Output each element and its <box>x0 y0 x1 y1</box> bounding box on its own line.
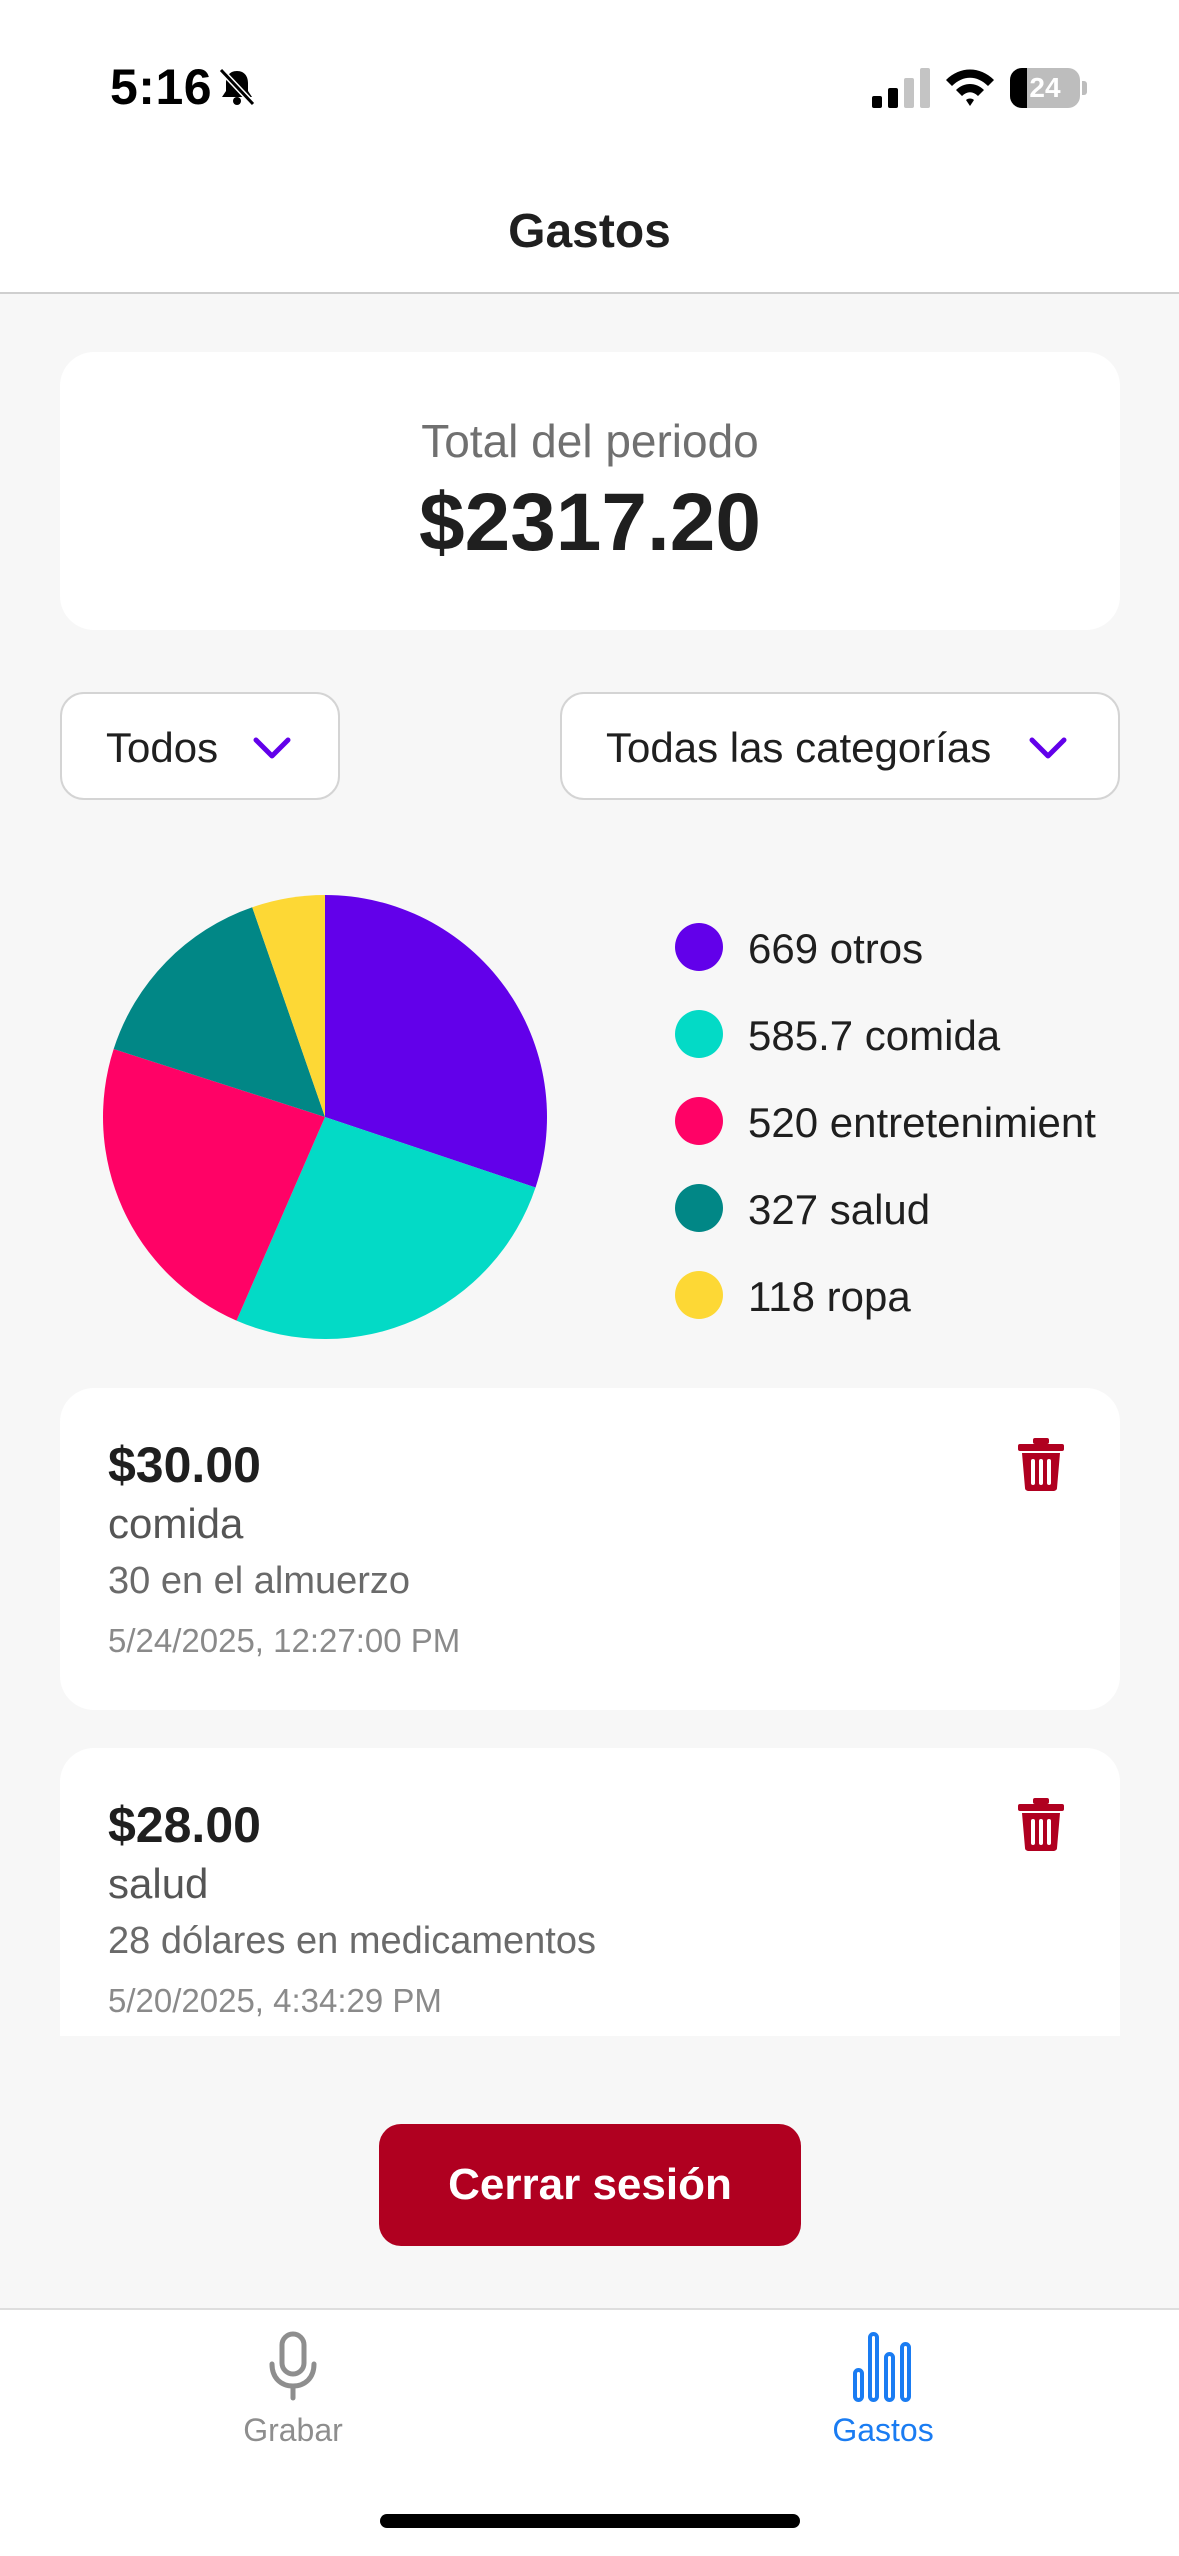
legend-label: 520 entretenimient <box>748 1099 1096 1146</box>
logout-button[interactable]: Cerrar sesión <box>379 2124 801 2246</box>
expense-pie-chart <box>103 895 547 1339</box>
period-filter-dropdown[interactable]: Todos <box>60 692 340 800</box>
legend-swatch <box>675 1184 723 1232</box>
nav-header: Gastos <box>0 170 1179 294</box>
legend-label: 585.7 comida <box>748 1012 1001 1059</box>
legend-swatch <box>675 1271 723 1319</box>
category-filter-dropdown[interactable]: Todas las categorías <box>560 692 1120 800</box>
expense-amount: $30.00 <box>108 1437 261 1493</box>
total-label: Total del periodo <box>421 415 759 467</box>
tab-grabar[interactable]: Grabar <box>93 2310 493 2480</box>
period-filter-value: Todos <box>106 724 219 771</box>
expense-description: 30 en el almuerzo <box>108 1560 411 1602</box>
status-time: 5:16 <box>110 59 213 115</box>
legend-item: 585.7 comida <box>672 1002 1172 1062</box>
trash-icon[interactable] <box>1016 1796 1066 1852</box>
category-filter-value: Todas las categorías <box>606 724 992 771</box>
cellular-signal-icon <box>872 68 930 108</box>
tab-gastos[interactable]: Gastos <box>683 2310 1083 2480</box>
legend-item: 327 salud <box>672 1176 1172 1236</box>
battery-indicator: 24 <box>1010 68 1087 108</box>
trash-icon[interactable] <box>1016 1436 1066 1492</box>
legend-swatch <box>675 1010 723 1058</box>
microphone-icon <box>269 2331 317 2401</box>
screen: 5:16 24 Gastos Total del periodo $2317.2… <box>0 0 1179 2556</box>
chevron-down-icon <box>1029 737 1067 759</box>
legend-item: 520 entretenimient <box>672 1089 1172 1149</box>
bar-chart-icon <box>853 2332 911 2402</box>
total-card: Total del periodo $2317.20 <box>60 352 1120 630</box>
home-indicator <box>380 2514 800 2528</box>
legend-swatch <box>675 1097 723 1145</box>
bell-slash-icon <box>218 67 256 107</box>
expense-category: salud <box>108 1860 209 1907</box>
chevron-down-icon <box>253 737 291 759</box>
legend-item: 118 ropa <box>672 1263 1172 1323</box>
expense-card: $30.00 comida 30 en el almuerzo 5/24/202… <box>60 1388 1120 1710</box>
battery-level: 24 <box>1029 72 1061 103</box>
tab-label: Gastos <box>832 2412 934 2448</box>
expense-date: 5/24/2025, 12:27:00 PM <box>108 1622 461 1659</box>
expense-list[interactable]: $30.00 comida 30 en el almuerzo 5/24/202… <box>0 1388 1179 2036</box>
status-bar: 5:16 24 <box>0 0 1179 170</box>
expense-category: comida <box>108 1500 244 1547</box>
tab-label: Grabar <box>243 2412 343 2448</box>
legend-item: 669 otros <box>672 915 1172 975</box>
legend-label: 669 otros <box>748 925 924 972</box>
wifi-icon <box>946 69 994 106</box>
legend-label: 118 ropa <box>748 1273 911 1320</box>
legend-swatch <box>675 923 723 971</box>
expense-description: 28 dólares en medicamentos <box>108 1920 596 1962</box>
legend-label: 327 salud <box>748 1186 931 1233</box>
page-title: Gastos <box>508 205 671 258</box>
expense-date: 5/20/2025, 4:34:29 PM <box>108 1982 442 2019</box>
expense-card: $28.00 salud 28 dólares en medicamentos … <box>60 1748 1120 2036</box>
total-value: $2317.20 <box>418 477 761 568</box>
expense-amount: $28.00 <box>108 1797 261 1853</box>
